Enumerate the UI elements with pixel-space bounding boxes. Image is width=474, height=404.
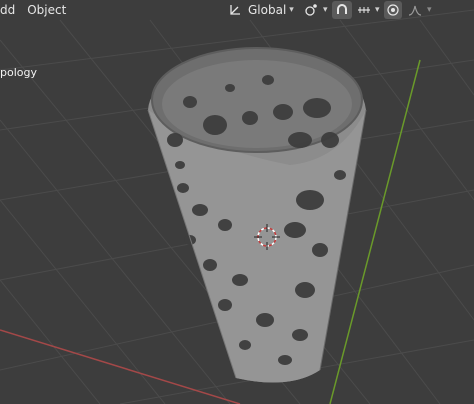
pivot-point-icon: [302, 1, 320, 19]
chevron-down-icon: ▾: [375, 5, 380, 15]
falloff-dropdown[interactable]: ▾: [406, 0, 432, 20]
3d-viewport[interactable]: [0, 0, 474, 404]
snap-target-dropdown[interactable]: ▾: [356, 0, 380, 20]
viewport-overlay-label: pology: [0, 66, 37, 79]
chevron-down-icon: ▾: [323, 5, 328, 15]
menu-object[interactable]: Object: [21, 0, 72, 20]
x-axis-line: [0, 329, 241, 404]
proportional-editing-icon: [384, 1, 402, 19]
vase-mesh[interactable]: [147, 47, 367, 383]
falloff-curve-icon: [406, 1, 424, 19]
orientation-label: Global: [248, 3, 287, 17]
snap-magnet-icon: [332, 1, 352, 19]
viewport-canvas[interactable]: [0, 0, 474, 404]
snap-toggle[interactable]: [332, 0, 352, 20]
chevron-down-icon: ▾: [289, 5, 294, 15]
transform-orientation-dropdown[interactable]: Global ▾: [226, 0, 294, 20]
transform-orientation-icon: [226, 1, 244, 19]
chevron-down-icon: ▾: [427, 5, 432, 15]
proportional-editing-toggle[interactable]: [384, 0, 402, 20]
snap-increment-icon: [356, 1, 372, 19]
menu-add[interactable]: dd: [0, 0, 21, 20]
pivot-point-dropdown[interactable]: ▾: [302, 0, 328, 20]
